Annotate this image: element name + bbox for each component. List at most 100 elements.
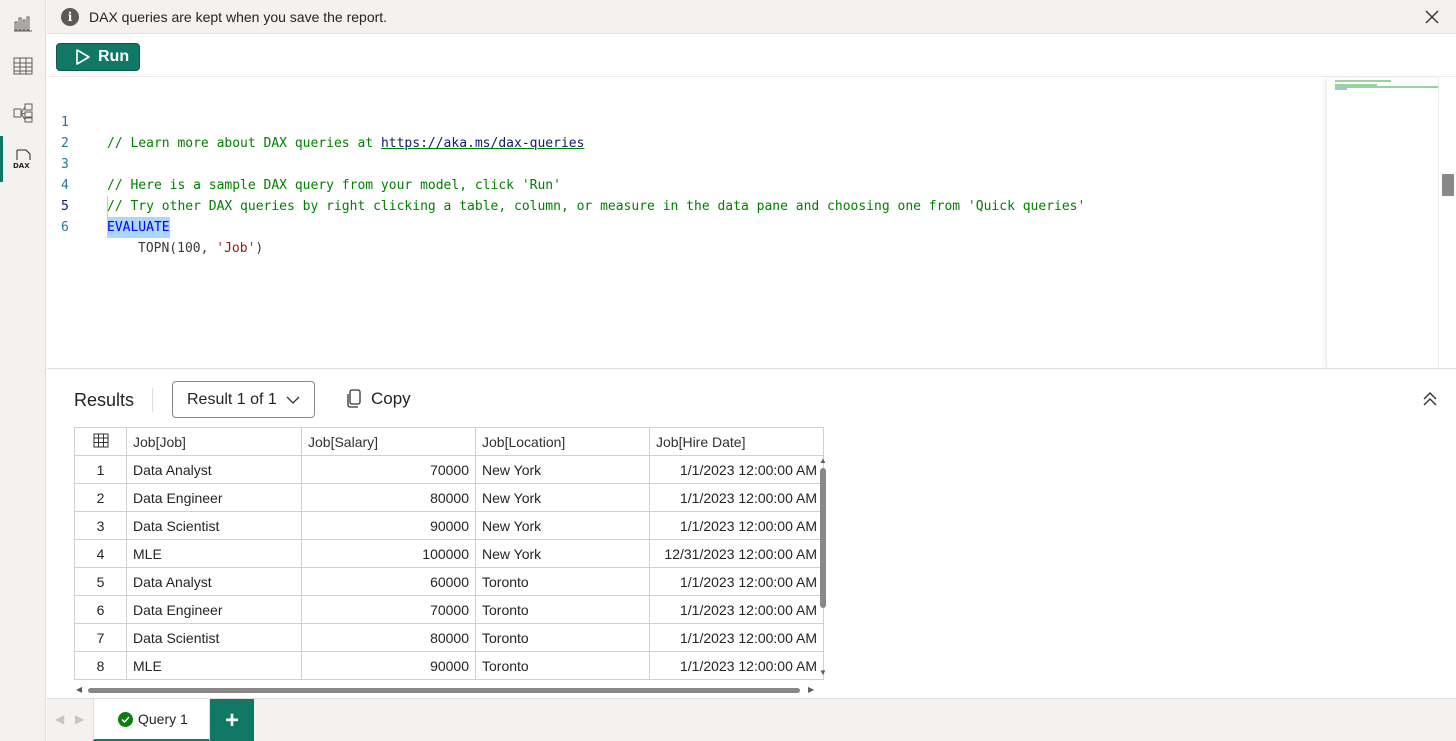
location-cell[interactable]: New York (475, 455, 650, 484)
model-view-button[interactable] (0, 90, 46, 136)
column-header-location[interactable]: Job[Location] (475, 427, 650, 456)
salary-cell[interactable]: 90000 (301, 511, 476, 540)
report-view-button[interactable] (0, 0, 46, 46)
row-number-cell[interactable]: 7 (74, 623, 127, 652)
hire-date-cell[interactable]: 1/1/2023 12:00:00 AM (649, 595, 824, 624)
scroll-up-arrow-icon[interactable]: ▲ (819, 456, 827, 465)
scroll-down-arrow-icon[interactable]: ▼ (819, 668, 827, 677)
info-message: DAX queries are kept when you save the r… (89, 8, 388, 25)
hire-date-cell[interactable]: 1/1/2023 12:00:00 AM (649, 483, 824, 512)
salary-cell[interactable]: 60000 (301, 567, 476, 596)
job-cell[interactable]: Data Analyst (126, 455, 302, 484)
job-cell[interactable]: Data Engineer (126, 483, 302, 512)
column-header-job[interactable]: Job[Job] (126, 427, 302, 456)
dax-query-view-icon: DAX (13, 149, 31, 170)
table-row: 4 MLE 100000 New York 12/31/2023 12:00:00 AM (74, 539, 824, 568)
collapse-results-icon[interactable] (1420, 389, 1440, 409)
dax-editor[interactable]: 1 // Learn more about DAX queries at htt… (47, 78, 1326, 368)
hire-date-cell[interactable]: 1/1/2023 12:00:00 AM (649, 623, 824, 652)
model-view-icon (13, 103, 33, 123)
location-cell[interactable]: New York (475, 539, 650, 568)
function-text: TOPN(100, (138, 241, 217, 256)
success-check-icon (118, 711, 133, 727)
hire-date-cell[interactable]: 1/1/2023 12:00:00 AM (649, 567, 824, 596)
scrollbar-thumb[interactable] (820, 468, 826, 608)
code-line: 6 TOPN(100, 'Job') (47, 196, 1326, 256)
scroll-left-arrow-icon[interactable]: ◀ (76, 685, 82, 694)
salary-cell[interactable]: 80000 (301, 483, 476, 512)
tab-prev-icon[interactable]: ◀ (55, 712, 64, 726)
tab-next-icon[interactable]: ▶ (75, 712, 84, 726)
salary-cell[interactable]: 70000 (301, 455, 476, 484)
close-icon[interactable] (1422, 7, 1442, 27)
table-row: 5 Data Analyst 60000 Toronto 1/1/2023 12:00:… (74, 567, 824, 596)
hire-date-cell[interactable]: 1/1/2023 12:00:00 AM (649, 651, 824, 680)
job-cell[interactable]: Data Engineer (126, 595, 302, 624)
copy-button[interactable]: Copy (345, 386, 411, 412)
row-number-cell[interactable]: 3 (74, 511, 127, 540)
job-cell[interactable]: Data Scientist (126, 623, 302, 652)
query-tab-label: Query 1 (138, 711, 188, 727)
table-row: 7 Data Scientist 80000 Toronto 1/1/2023 12:0… (74, 623, 824, 652)
code-line: 2 (47, 112, 1326, 151)
row-number-cell[interactable]: 2 (74, 483, 127, 512)
plus-icon: + (224, 706, 239, 734)
add-query-button[interactable]: + (210, 699, 254, 741)
dax-query-view-button[interactable]: DAX (0, 136, 46, 182)
scroll-right-arrow-icon[interactable]: ▶ (808, 685, 814, 694)
row-number-cell[interactable]: 4 (74, 539, 127, 568)
scrollbar-thumb[interactable] (1442, 174, 1454, 196)
salary-cell[interactable]: 80000 (301, 623, 476, 652)
result-selector[interactable]: Result 1 of 1 (172, 381, 315, 418)
scrollbar-thumb[interactable] (88, 688, 800, 693)
info-bar: i DAX queries are kept when you save the… (47, 0, 1456, 34)
table-view-button[interactable] (0, 43, 46, 89)
location-cell[interactable]: Toronto (475, 651, 650, 680)
row-number-cell[interactable]: 1 (74, 455, 127, 484)
table-icon (93, 433, 108, 447)
job-cell[interactable]: MLE (126, 539, 302, 568)
location-cell[interactable]: Toronto (475, 567, 650, 596)
run-button-label: Run (98, 48, 130, 65)
divider (152, 388, 153, 412)
editor-scrollbar[interactable] (1438, 78, 1456, 368)
table-view-icon (13, 57, 33, 75)
hire-date-cell[interactable]: 1/1/2023 12:00:00 AM (649, 511, 824, 540)
table-row: 8 MLE 90000 Toronto 1/1/2023 12:00:00 AM (74, 651, 824, 680)
location-cell[interactable]: New York (475, 511, 650, 540)
job-cell[interactable]: Data Analyst (126, 567, 302, 596)
salary-cell[interactable]: 70000 (301, 595, 476, 624)
editor-minimap[interactable] (1326, 78, 1439, 368)
tab-query-1[interactable]: Query 1 (93, 699, 210, 741)
row-number-cell[interactable]: 6 (74, 595, 127, 624)
salary-cell[interactable]: 90000 (301, 651, 476, 680)
string-literal: 'Job' (216, 241, 256, 256)
svg-text:DAX: DAX (13, 162, 30, 170)
query-tab-bar: ◀ ▶ Query 1 + (47, 698, 1456, 741)
play-icon (76, 49, 90, 65)
row-number-cell[interactable]: 8 (74, 651, 127, 680)
dax-query-view: DAX i DAX queries are kept when you save… (0, 0, 1456, 741)
job-cell[interactable]: Data Scientist (126, 511, 302, 540)
location-cell[interactable]: Toronto (475, 595, 650, 624)
evaluate-keyword: EVALUATE (107, 217, 170, 238)
location-cell[interactable]: New York (475, 483, 650, 512)
salary-cell[interactable]: 100000 (301, 539, 476, 568)
copy-icon (347, 389, 361, 408)
location-cell[interactable]: Toronto (475, 623, 650, 652)
column-header-salary[interactable]: Job[Salary] (301, 427, 476, 456)
hire-date-cell[interactable]: 12/31/2023 12:00:00 AM (649, 539, 824, 568)
run-button[interactable]: Run (56, 43, 140, 71)
grid-vertical-scrollbar[interactable]: ▲ ▼ (818, 456, 830, 678)
job-cell[interactable]: MLE (126, 651, 302, 680)
hire-date-cell[interactable]: 1/1/2023 12:00:00 AM (649, 455, 824, 484)
column-header-hire-date[interactable]: Job[Hire Date] (649, 427, 824, 456)
row-number-cell[interactable]: 5 (74, 567, 127, 596)
grid-horizontal-scrollbar[interactable]: ◀ ▶ (74, 684, 818, 696)
paren-text: ) (255, 241, 264, 256)
minimap-line (1335, 80, 1391, 82)
select-all-cell[interactable] (74, 427, 127, 456)
copy-label: Copy (371, 389, 411, 408)
results-title: Results (74, 390, 135, 410)
table-row: 3 Data Scientist 90000 New York 1/1/2023 12:… (74, 511, 824, 540)
